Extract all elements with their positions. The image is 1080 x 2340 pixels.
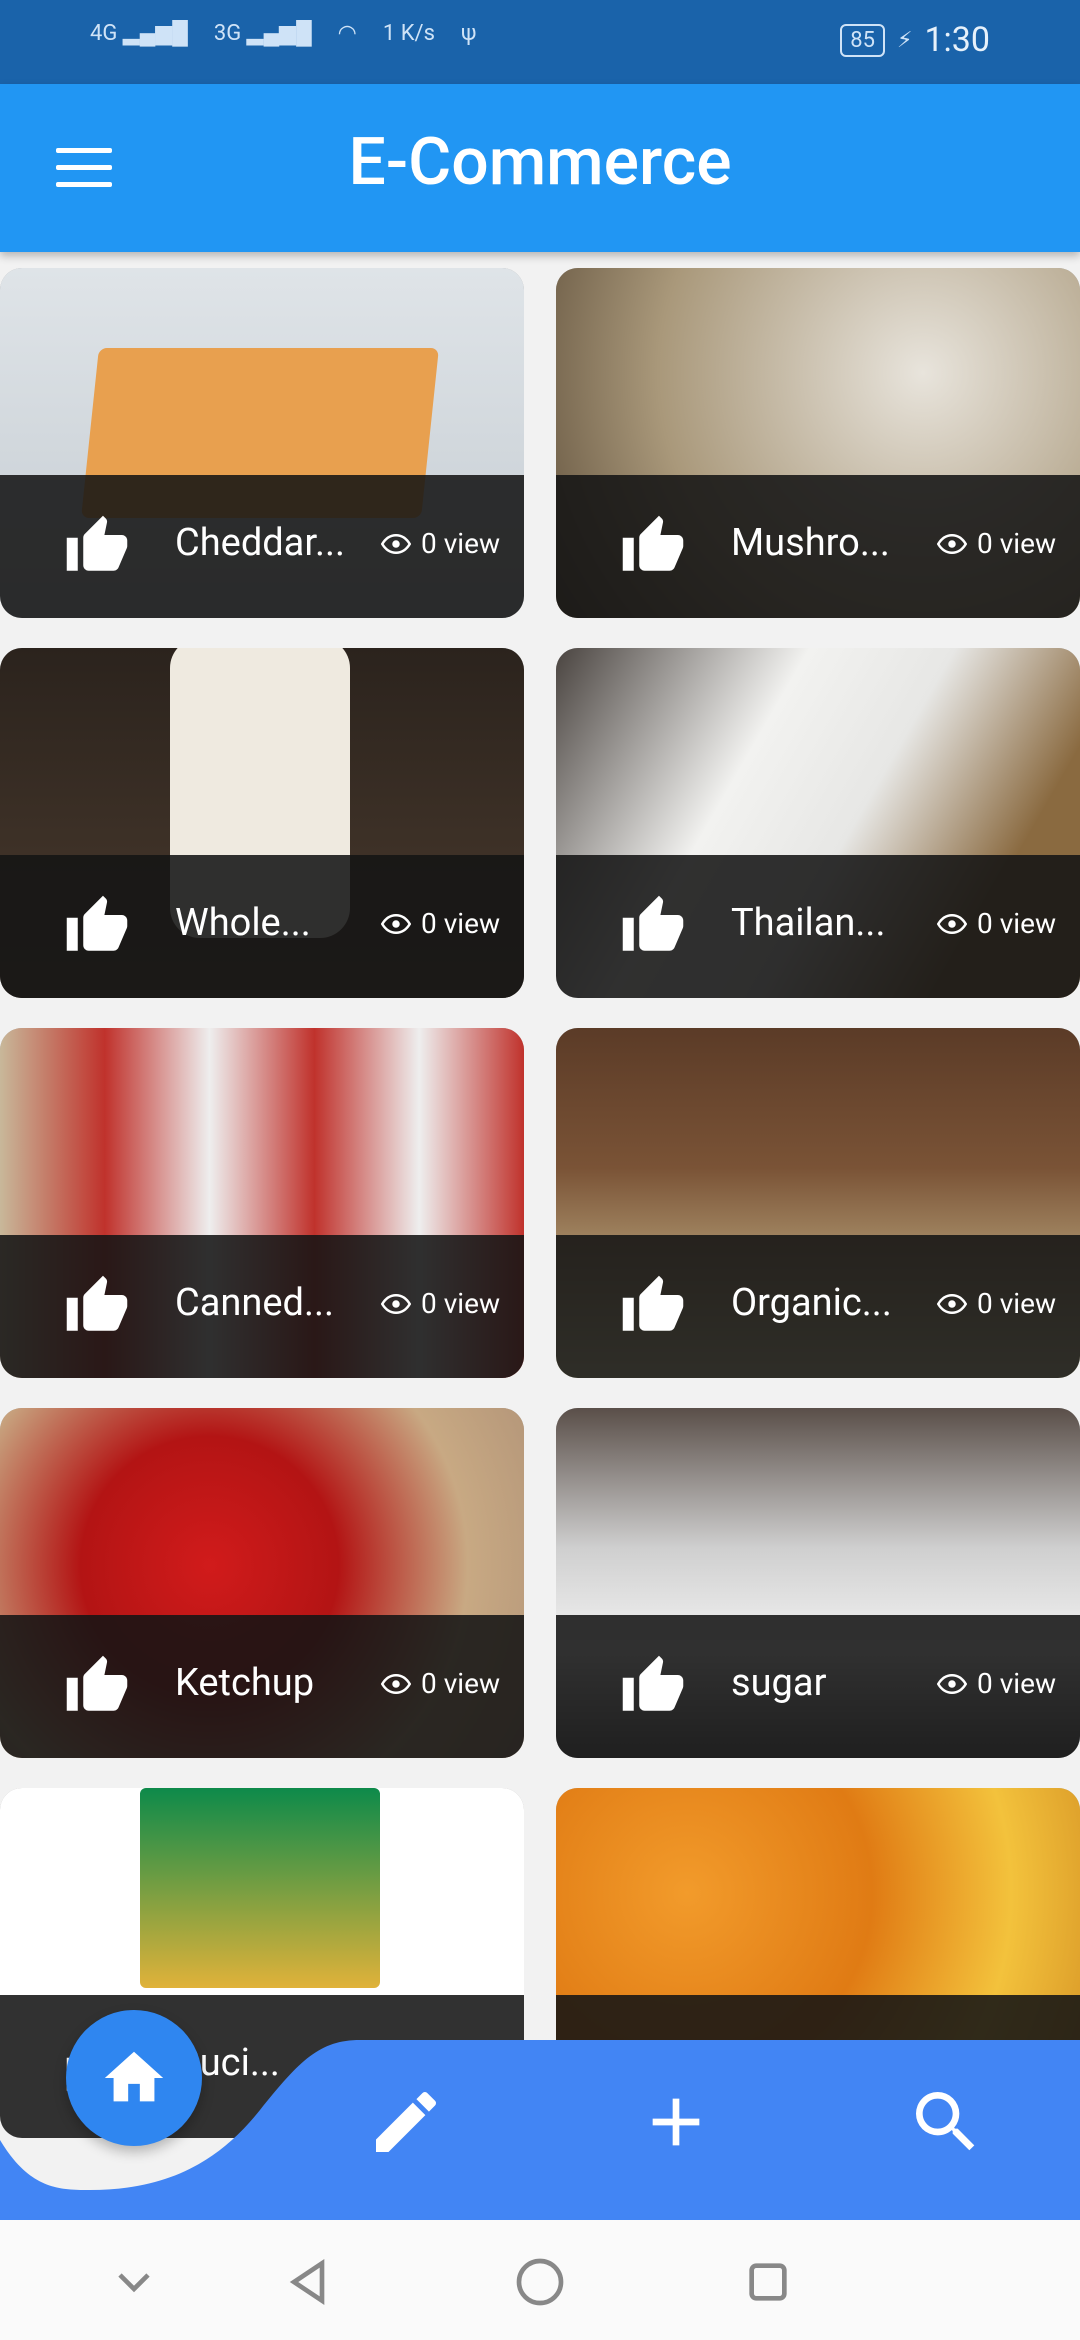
eye-icon	[381, 913, 412, 934]
thumb-up-icon[interactable]	[62, 513, 132, 579]
eye-icon	[937, 1293, 968, 1314]
thumb-up-icon[interactable]	[618, 1653, 688, 1719]
home-circle-icon[interactable]	[512, 2254, 568, 2310]
product-card[interactable]: Whole... 0 view	[0, 648, 524, 998]
product-name: Ketchup	[175, 1661, 315, 1705]
eye-icon	[937, 913, 968, 934]
product-name: Canned...	[175, 1281, 335, 1325]
network-speed: 1 K/s	[382, 20, 435, 46]
card-footer: Canned... 0 view	[0, 1235, 524, 1378]
product-card[interactable]: sugar 0 view	[556, 1408, 1080, 1758]
product-name: Mushro...	[731, 521, 890, 565]
product-name: sugar	[731, 1661, 827, 1705]
card-footer: Organic... 0 view	[556, 1235, 1080, 1378]
view-count: 0 view	[937, 527, 1056, 560]
search-icon[interactable]	[906, 2082, 986, 2162]
chevron-down-icon[interactable]	[106, 2254, 162, 2310]
eye-icon	[937, 1673, 968, 1694]
status-bar: 4G ▂▄▆█ 3G ▂▄▆█ ◠ 1 K/s ψ 85 ⚡ 1:30	[0, 0, 1080, 84]
signal-2-icon: 3G ▂▄▆█	[213, 21, 312, 46]
card-footer: Mushro... 0 view	[556, 475, 1080, 618]
edit-icon[interactable]	[366, 2082, 446, 2162]
product-name: Cheddar...	[175, 521, 345, 565]
thumb-up-icon[interactable]	[62, 1653, 132, 1719]
card-footer: Cheddar... 0 view	[0, 475, 524, 618]
thumb-up-icon[interactable]	[618, 1273, 688, 1339]
thumb-up-icon[interactable]	[62, 1273, 132, 1339]
product-name: Thailan...	[731, 901, 886, 945]
product-card[interactable]: Canned... 0 view	[0, 1028, 524, 1378]
recents-icon[interactable]	[740, 2254, 796, 2310]
thumb-up-icon[interactable]	[618, 893, 688, 959]
home-icon	[104, 2051, 164, 2102]
product-name: Whole...	[175, 901, 311, 945]
clock: 1:30	[924, 20, 990, 60]
view-count: 0 view	[937, 1667, 1056, 1700]
usb-icon: ψ	[460, 20, 477, 46]
view-count: 0 view	[381, 1287, 500, 1320]
system-navigation-bar	[0, 2220, 1080, 2340]
product-card[interactable]: Cheddar... 0 view	[0, 268, 524, 618]
eye-icon	[381, 533, 412, 554]
product-name: Organic...	[731, 1281, 892, 1325]
thumb-up-icon[interactable]	[618, 513, 688, 579]
view-count: 0 view	[381, 907, 500, 940]
card-footer: Whole... 0 view	[0, 855, 524, 998]
eye-icon	[937, 533, 968, 554]
back-icon[interactable]	[280, 2254, 336, 2310]
product-card[interactable]: Mushro... 0 view	[556, 268, 1080, 618]
product-card[interactable]: Ketchup 0 view	[0, 1408, 524, 1758]
home-button[interactable]	[66, 2010, 202, 2146]
thumb-up-icon[interactable]	[62, 893, 132, 959]
product-card[interactable]: Thailan... 0 view	[556, 648, 1080, 998]
charging-icon: ⚡	[896, 27, 913, 53]
view-count: 0 view	[381, 527, 500, 560]
eye-icon	[381, 1293, 412, 1314]
add-icon[interactable]	[636, 2082, 716, 2162]
view-count: 0 view	[381, 1667, 500, 1700]
card-footer: Thailan... 0 view	[556, 855, 1080, 998]
wifi-icon: ◠	[337, 20, 357, 46]
app-bar: E-Commerce	[0, 84, 1080, 252]
card-footer: sugar 0 view	[556, 1615, 1080, 1758]
eye-icon	[381, 1673, 412, 1694]
card-footer: Ketchup 0 view	[0, 1615, 524, 1758]
app-title: E-Commerce	[348, 124, 732, 201]
product-card[interactable]: Organic... 0 view	[556, 1028, 1080, 1378]
view-count: 0 view	[937, 1287, 1056, 1320]
signal-1-icon: 4G ▂▄▆█	[90, 21, 188, 46]
battery-indicator: 85	[840, 23, 885, 57]
view-count: 0 view	[937, 907, 1056, 940]
